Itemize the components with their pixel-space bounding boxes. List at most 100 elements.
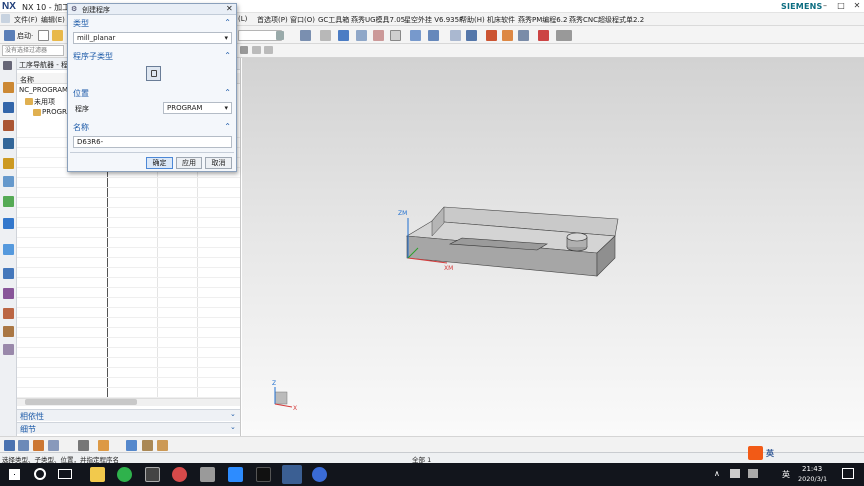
program-subtype-icon[interactable]: [146, 66, 161, 81]
location-section-header[interactable]: 位置 ⌃: [70, 87, 234, 99]
menu-item[interactable]: (L): [238, 15, 247, 23]
display-mode-icon[interactable]: [18, 440, 29, 451]
view-orient-icon[interactable]: [300, 30, 311, 41]
start-button[interactable]: 启动·: [17, 31, 33, 41]
chevron-down-icon[interactable]: ⌄: [230, 410, 236, 418]
windows-start-icon[interactable]: [9, 469, 20, 480]
shield-app-icon[interactable]: [312, 467, 327, 482]
constraint-nav-icon[interactable]: [3, 102, 14, 113]
browser-icon[interactable]: [117, 467, 132, 482]
open-folder-icon[interactable]: [52, 30, 63, 41]
chevron-up-icon[interactable]: ⌃: [224, 51, 231, 60]
tool-icon[interactable]: [486, 30, 497, 41]
class-icon[interactable]: [466, 30, 477, 41]
network-icon[interactable]: [730, 469, 740, 478]
details-section[interactable]: [17, 422, 240, 434]
apply-button[interactable]: 应用: [176, 157, 202, 169]
menu-yanxiu-pm[interactable]: 燕秀PM编程6.2: [518, 15, 567, 25]
menu-yanxiu-cnc[interactable]: 燕秀CNC超级程式单2.2: [569, 15, 644, 25]
snap-point-icon[interactable]: [264, 46, 273, 54]
ok-button[interactable]: 确定: [146, 157, 173, 169]
selection-filter-input[interactable]: [2, 45, 64, 56]
settings-gear-icon[interactable]: [200, 467, 215, 482]
web-browser-icon[interactable]: [3, 244, 14, 255]
zoom-app-icon[interactable]: [228, 467, 243, 482]
chevron-up-icon[interactable]: ⌃: [224, 122, 231, 131]
menu-preferences[interactable]: 首选项(P): [257, 15, 288, 25]
chevron-up-icon[interactable]: ⌃: [224, 88, 231, 97]
menu-help[interactable]: 帮助(H): [460, 15, 485, 25]
geometry-icon[interactable]: [48, 440, 59, 451]
operation-nav-icon[interactable]: [3, 138, 14, 149]
type-select[interactable]: mill_planar ▾: [73, 32, 232, 44]
move-icon[interactable]: [428, 30, 439, 41]
menu-yanxiu-mold[interactable]: 燕秀UG模具7.05: [351, 15, 405, 25]
system-materials-icon[interactable]: [3, 308, 14, 319]
start-icon[interactable]: [4, 30, 15, 41]
shaded-cube-icon[interactable]: [338, 30, 349, 41]
post-icon[interactable]: [556, 30, 572, 41]
menu-machine-software[interactable]: 机床软件: [487, 15, 515, 25]
close-icon[interactable]: ✕: [226, 4, 233, 13]
notification-icon[interactable]: [842, 468, 854, 479]
path-icon[interactable]: [502, 30, 513, 41]
task-view-icon[interactable]: [58, 469, 72, 479]
snap-icon[interactable]: [252, 46, 261, 54]
menu-window[interactable]: 窗口(O): [290, 15, 315, 25]
select-object-icon[interactable]: [4, 440, 15, 451]
dependencies-section[interactable]: [17, 409, 240, 421]
close-window-button[interactable]: ✕: [850, 1, 864, 10]
name-section-header[interactable]: 名称 ⌃: [70, 121, 234, 133]
manufacturing-wizard-icon[interactable]: [3, 344, 14, 355]
nx-taskbar-icon[interactable]: [282, 465, 302, 484]
copy-icon[interactable]: [450, 30, 461, 41]
hd3d-icon[interactable]: [3, 218, 14, 229]
graphics-window[interactable]: ZM XM Z X: [242, 58, 864, 436]
zoom-icon[interactable]: [320, 30, 331, 41]
new-file-icon[interactable]: [38, 30, 49, 41]
assembly-nav-icon[interactable]: [3, 82, 14, 93]
clock-time[interactable]: 21:43: [802, 465, 822, 473]
program-select[interactable]: PROGRAM ▾: [163, 102, 232, 114]
ime-mode-indicator[interactable]: 英: [766, 448, 774, 459]
chevron-up-icon[interactable]: ∧: [714, 469, 720, 478]
subtype-section-header[interactable]: 程序子类型 ⌃: [70, 50, 234, 62]
tiktok-icon[interactable]: [256, 467, 271, 482]
search-icon[interactable]: [276, 31, 284, 40]
wireframe-icon[interactable]: [356, 30, 367, 41]
app-icon[interactable]: [172, 467, 187, 482]
create-operation-icon[interactable]: [157, 440, 168, 451]
cancel-button[interactable]: 取消: [205, 157, 232, 169]
minimize-button[interactable]: –: [818, 1, 832, 10]
part-nav-icon[interactable]: [3, 120, 14, 131]
show-hide-icon[interactable]: [410, 30, 421, 41]
menu-icon[interactable]: [1, 14, 10, 23]
history-icon[interactable]: [3, 176, 14, 187]
tree-row-unused[interactable]: 未用项: [34, 97, 55, 107]
type-section-header[interactable]: 类型 ⌃: [70, 17, 234, 29]
scrollbar-thumb[interactable]: [25, 399, 137, 405]
ime-logo-icon[interactable]: [748, 446, 763, 460]
chevron-down-icon[interactable]: ⌄: [230, 423, 236, 431]
search-icon[interactable]: [34, 468, 46, 480]
maximize-button[interactable]: □: [834, 1, 848, 10]
layer-icon[interactable]: [390, 30, 401, 41]
reuse-library-icon[interactable]: [3, 196, 14, 207]
clock-icon[interactable]: [3, 268, 14, 279]
ime-language[interactable]: 英: [782, 469, 790, 480]
tree-row-nc-program[interactable]: NC_PROGRAM: [19, 86, 68, 94]
simulate-icon[interactable]: [538, 30, 549, 41]
menu-xingkong[interactable]: 星空外挂 V6.935F: [404, 15, 463, 25]
settings-icon[interactable]: [3, 61, 12, 70]
menu-gc-toolbox[interactable]: GC工具箱: [318, 15, 349, 25]
filter-icon[interactable]: [240, 46, 248, 54]
program-name-input[interactable]: D63R6-: [73, 136, 232, 148]
create-tool-icon[interactable]: [98, 440, 109, 451]
machine-nav-icon[interactable]: [3, 158, 14, 169]
menu-file[interactable]: 文件(F): [14, 15, 38, 25]
column-header-name[interactable]: 名称: [20, 75, 34, 85]
clock-date[interactable]: 2020/3/1: [798, 475, 827, 483]
plus-icon[interactable]: [78, 440, 89, 451]
volume-icon[interactable]: [748, 469, 758, 478]
chevron-up-icon[interactable]: ⌃: [224, 18, 231, 27]
